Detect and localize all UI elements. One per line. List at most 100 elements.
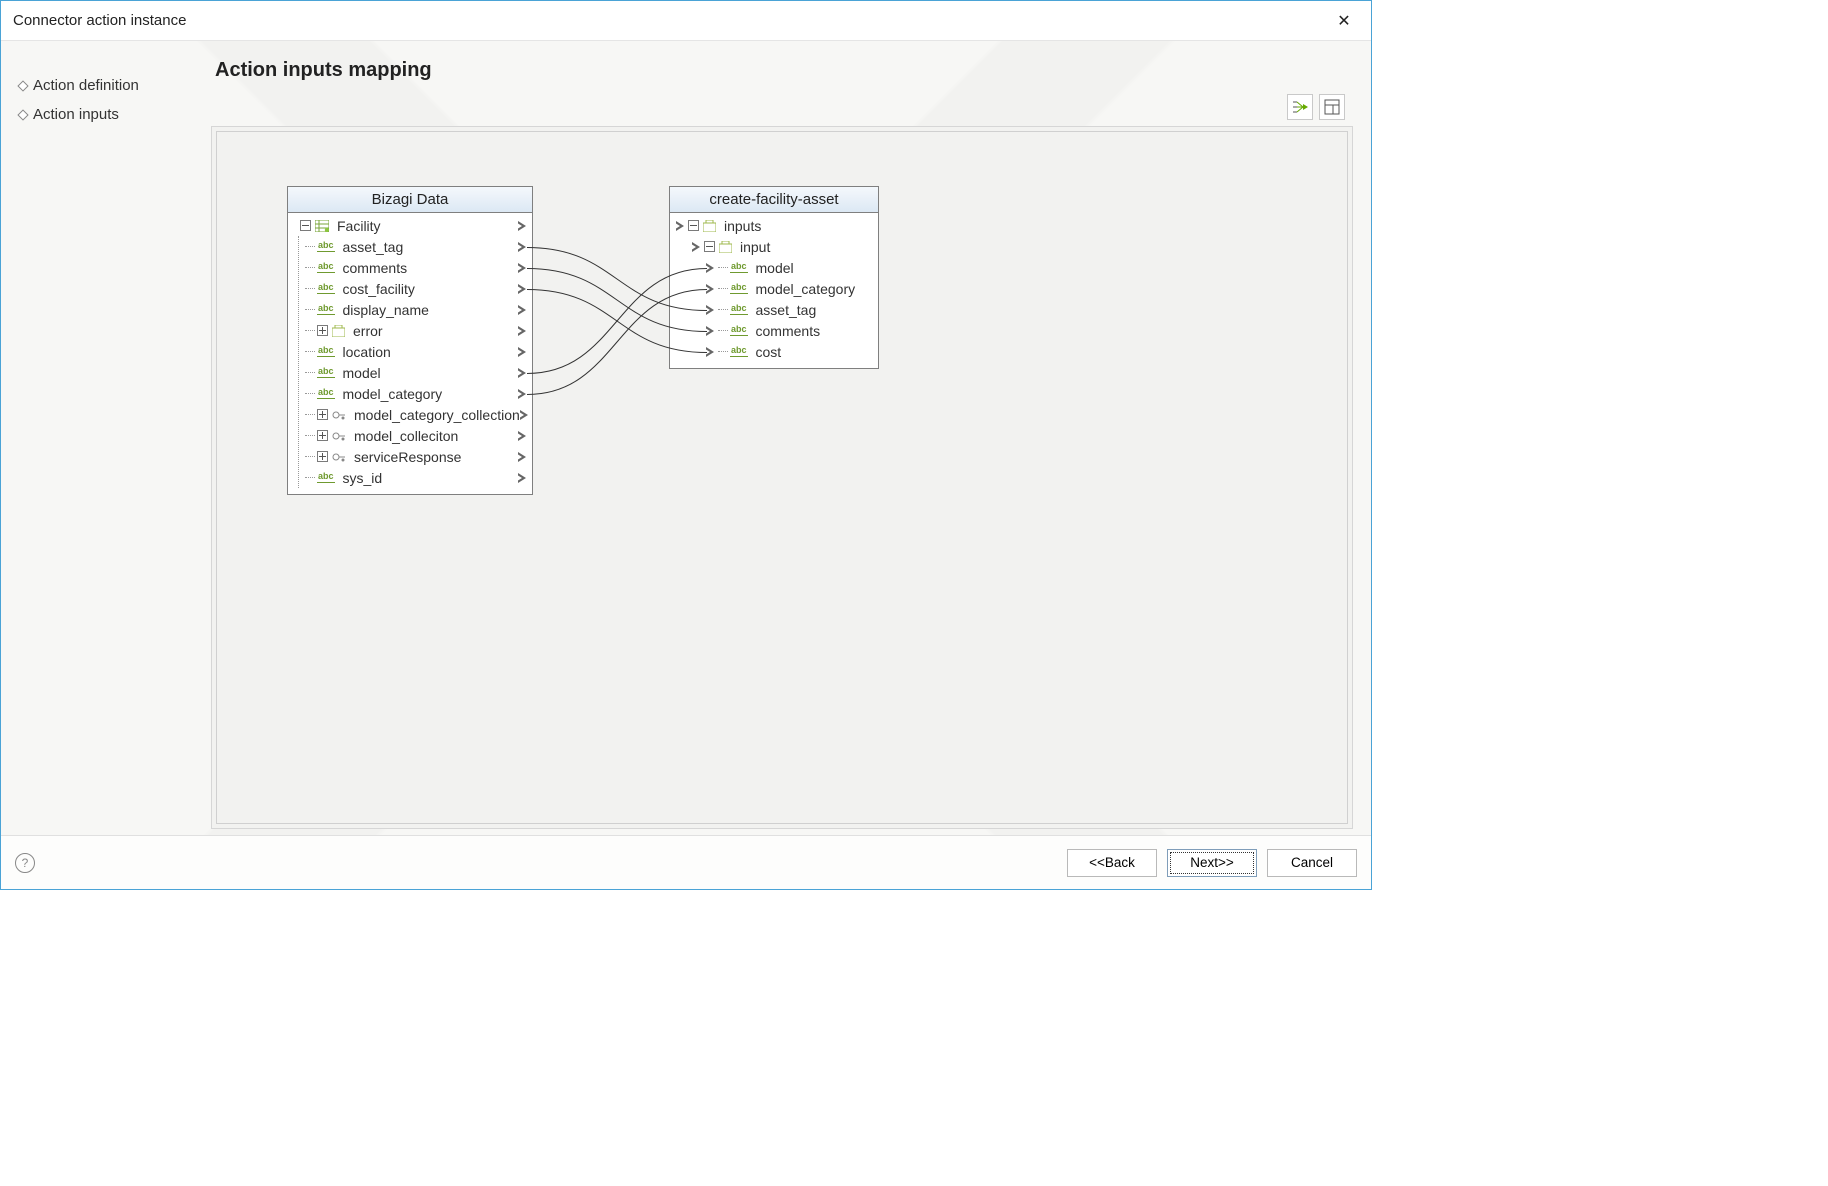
back-button[interactable]: <<Back bbox=[1067, 849, 1157, 877]
target-panel: create-facility-asset inputs bbox=[669, 186, 879, 369]
string-type-icon: abc bbox=[730, 304, 748, 315]
output-port-icon[interactable] bbox=[518, 242, 526, 252]
sidebar-item-label: Action inputs bbox=[33, 106, 119, 123]
tree-node[interactable]: abc location bbox=[305, 341, 526, 362]
dialog-window: Connector action instance ✕ Action defin… bbox=[0, 0, 1372, 890]
output-port-icon[interactable] bbox=[518, 473, 526, 483]
output-port-icon[interactable] bbox=[518, 347, 526, 357]
expand-icon[interactable] bbox=[317, 430, 328, 441]
tree-node[interactable]: model_colleciton bbox=[305, 425, 526, 446]
package-icon bbox=[703, 220, 716, 232]
string-type-icon: abc bbox=[317, 472, 335, 483]
tree-node[interactable]: abc model bbox=[706, 257, 872, 278]
layout-button[interactable] bbox=[1319, 94, 1345, 120]
collapse-icon[interactable] bbox=[688, 220, 699, 231]
node-label: model_category bbox=[339, 386, 443, 402]
help-icon[interactable]: ? bbox=[15, 853, 35, 873]
input-port-icon[interactable] bbox=[676, 221, 684, 231]
mapping-canvas[interactable]: Bizagi Data Facility ab bbox=[216, 131, 1348, 824]
collapse-icon[interactable] bbox=[704, 241, 715, 252]
expand-icon[interactable] bbox=[317, 409, 328, 420]
page-title: Action inputs mapping bbox=[215, 59, 1353, 82]
node-label: Facility bbox=[333, 218, 381, 234]
node-label: model_colleciton bbox=[350, 428, 458, 444]
input-port-icon[interactable] bbox=[706, 326, 714, 336]
tree-node[interactable]: abc comments bbox=[706, 320, 872, 341]
node-label: model_category_collection bbox=[350, 407, 520, 423]
tree-node[interactable]: model_category_collection bbox=[305, 404, 526, 425]
tree-node[interactable]: abc display_name bbox=[305, 299, 526, 320]
tree-node[interactable]: abcmodel bbox=[305, 362, 526, 383]
string-type-icon: abc bbox=[730, 325, 748, 336]
expand-icon[interactable] bbox=[317, 325, 328, 336]
node-label: display_name bbox=[339, 302, 429, 318]
output-port-icon[interactable] bbox=[518, 368, 526, 378]
input-port-icon[interactable] bbox=[706, 305, 714, 315]
output-port-icon[interactable] bbox=[518, 263, 526, 273]
tree-node-facility[interactable]: Facility bbox=[300, 215, 526, 236]
node-label: serviceResponse bbox=[350, 449, 461, 465]
string-type-icon: abc bbox=[317, 367, 335, 378]
node-label: asset_tag bbox=[339, 239, 404, 255]
tree-node-inputs[interactable]: inputs bbox=[676, 215, 872, 236]
string-type-icon: abc bbox=[317, 283, 335, 294]
dialog-body: Action definition Action inputs Action i… bbox=[1, 41, 1371, 835]
output-port-icon[interactable] bbox=[518, 305, 526, 315]
tree-node[interactable]: abc cost_facility bbox=[305, 278, 526, 299]
tree-node[interactable]: abc asset_tag bbox=[706, 299, 872, 320]
node-label: asset_tag bbox=[752, 302, 817, 318]
tree-node[interactable]: abcsys_id bbox=[305, 467, 526, 488]
entity-icon bbox=[315, 220, 329, 232]
package-icon bbox=[332, 325, 345, 337]
next-button[interactable]: Next>> bbox=[1167, 849, 1257, 877]
expand-icon[interactable] bbox=[317, 451, 328, 462]
node-label: location bbox=[339, 344, 391, 360]
output-port-icon[interactable] bbox=[518, 431, 526, 441]
sidebar-item-action-inputs[interactable]: Action inputs bbox=[19, 100, 201, 129]
sidebar-item-action-definition[interactable]: Action definition bbox=[19, 71, 201, 100]
string-type-icon: abc bbox=[317, 304, 335, 315]
mapper-toolbar bbox=[211, 90, 1353, 126]
input-port-icon[interactable] bbox=[706, 347, 714, 357]
output-port-icon[interactable] bbox=[518, 452, 526, 462]
tree-node[interactable]: abccomments bbox=[305, 257, 526, 278]
output-port-icon[interactable] bbox=[518, 326, 526, 336]
node-label: cost_facility bbox=[339, 281, 415, 297]
tree-node[interactable]: abcmodel_category bbox=[706, 278, 872, 299]
source-tree: Facility abcasset_tagabccommentsabccost_… bbox=[288, 213, 532, 494]
tree-node-input[interactable]: input bbox=[692, 236, 872, 257]
output-port-icon[interactable] bbox=[520, 410, 528, 420]
string-type-icon: abc bbox=[317, 346, 335, 357]
tree-node[interactable]: abc asset_tag bbox=[305, 236, 526, 257]
output-port-icon[interactable] bbox=[518, 389, 526, 399]
string-type-icon: abc bbox=[730, 283, 748, 294]
output-port-icon[interactable] bbox=[518, 284, 526, 294]
diamond-icon bbox=[17, 80, 28, 91]
input-port-icon[interactable] bbox=[692, 242, 700, 252]
cancel-button[interactable]: Cancel bbox=[1267, 849, 1357, 877]
collapse-icon[interactable] bbox=[300, 220, 311, 231]
titlebar: Connector action instance ✕ bbox=[1, 1, 1371, 41]
target-tree: inputs input abc model abcmodel_category bbox=[670, 213, 878, 368]
tree-node[interactable]: error bbox=[305, 320, 526, 341]
string-type-icon: abc bbox=[317, 241, 335, 252]
wizard-sidebar: Action definition Action inputs bbox=[1, 41, 211, 835]
auto-map-button[interactable] bbox=[1287, 94, 1313, 120]
dialog-footer: ? <<Back Next>> Cancel bbox=[1, 835, 1371, 889]
input-port-icon[interactable] bbox=[706, 263, 714, 273]
collection-icon bbox=[332, 451, 346, 463]
node-label: error bbox=[349, 323, 383, 339]
node-label: comments bbox=[752, 323, 821, 339]
tree-node[interactable]: abccost bbox=[706, 341, 872, 362]
node-label: model bbox=[752, 260, 794, 276]
diamond-icon bbox=[17, 109, 28, 120]
string-type-icon: abc bbox=[730, 262, 748, 273]
node-label: inputs bbox=[720, 218, 761, 234]
main-area: Action inputs mapping bbox=[211, 41, 1371, 835]
output-port-icon[interactable] bbox=[518, 221, 526, 231]
close-icon[interactable]: ✕ bbox=[1329, 11, 1359, 31]
node-label: comments bbox=[339, 260, 408, 276]
input-port-icon[interactable] bbox=[706, 284, 714, 294]
tree-node[interactable]: serviceResponse bbox=[305, 446, 526, 467]
tree-node[interactable]: abcmodel_category bbox=[305, 383, 526, 404]
